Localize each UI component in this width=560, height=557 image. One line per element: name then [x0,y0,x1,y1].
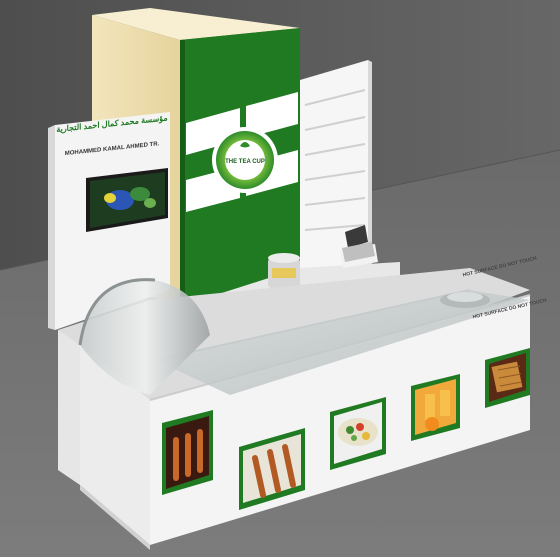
brand-name-text: THE TEA CUP [225,159,265,165]
rice-cooker [268,253,300,288]
hot-plate-cover [440,292,490,308]
kiosk-scene: THE TEA CUP مؤسسة محمد كمال احمد التجاري… [0,0,560,557]
kiosk-illustration: THE TEA CUP مؤسسة محمد كمال احمد التجاري… [0,0,560,557]
tea-cup-logo: THE TEA CUP [212,127,278,193]
